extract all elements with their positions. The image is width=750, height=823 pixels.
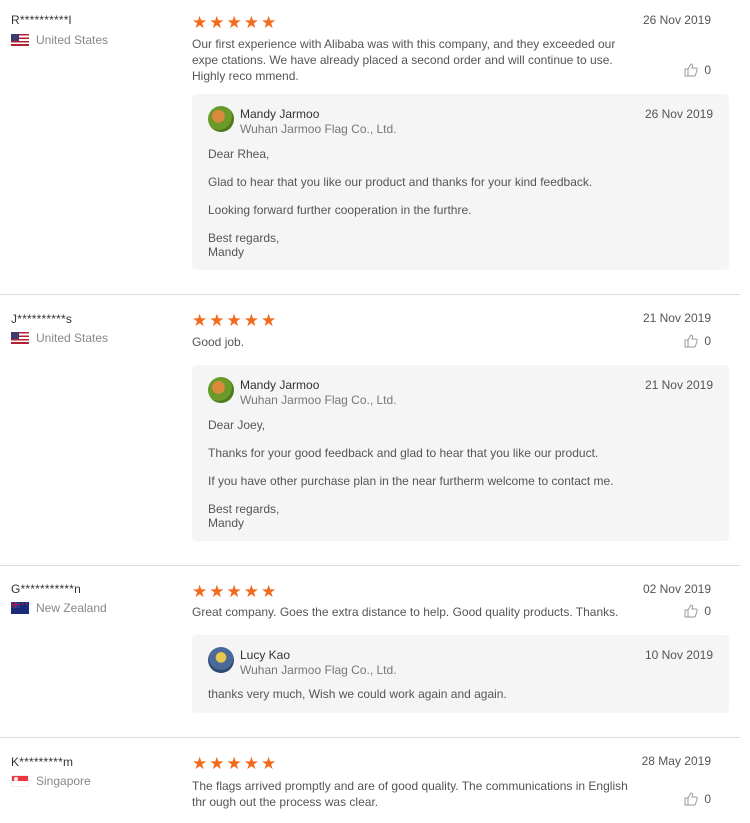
- like-button[interactable]: 0: [684, 792, 711, 806]
- supplier-reply: Mandy Jarmoo Wuhan Jarmoo Flag Co., Ltd.…: [192, 94, 729, 270]
- buyer-name: R**********l: [11, 13, 72, 27]
- review-text: Good job.: [192, 335, 245, 349]
- avatar: [208, 106, 234, 132]
- review-item: J**********s United States ★ ★ ★ ★ ★ 21 Nov …: [0, 295, 740, 565]
- reply-text-line: If you have other purchase plan in the n…: [208, 474, 614, 488]
- review-text: The flags arrived promptly and are of go…: [192, 779, 628, 809]
- star-icon: ★: [243, 13, 259, 32]
- like-count: 0: [704, 63, 711, 77]
- buyer-name: J**********s: [11, 312, 73, 326]
- supplier-reply: Lucy Kao Wuhan Jarmoo Flag Co., Ltd. 10 …: [192, 635, 729, 713]
- star-icon: ★: [192, 311, 208, 330]
- buyer-country: Singapore: [11, 774, 91, 788]
- review-date: 21 Nov 2019: [642, 311, 711, 325]
- review-date: 28 May 2019: [641, 754, 711, 768]
- star-rating: ★ ★ ★ ★ ★: [192, 755, 276, 772]
- star-rating: ★ ★ ★ ★ ★: [192, 583, 276, 600]
- star-icon: ★: [261, 582, 277, 601]
- avatar: [208, 377, 234, 403]
- reply-text-line: Best regards,: [208, 231, 280, 245]
- thumbs-up-icon: [684, 792, 699, 806]
- buyer-country: United States: [11, 33, 108, 47]
- review-date: 26 Nov 2019: [642, 13, 711, 27]
- us-flag-icon: [11, 332, 29, 344]
- reply-company: Wuhan Jarmoo Flag Co., Ltd.: [240, 393, 397, 407]
- reply-text-line: Mandy: [208, 245, 245, 259]
- avatar: [208, 647, 234, 673]
- thumbs-up-icon: [684, 604, 699, 618]
- country-label: United States: [36, 331, 109, 345]
- buyer-country: New Zealand: [11, 601, 107, 615]
- reply-date: 26 Nov 2019: [644, 107, 713, 121]
- reply-text-line: Mandy: [208, 516, 245, 530]
- buyer-name: G***********n: [11, 582, 81, 596]
- us-flag-icon: [11, 34, 29, 46]
- reply-text-line: Dear Rhea,: [208, 147, 270, 161]
- star-icon: ★: [226, 582, 242, 601]
- star-icon: ★: [243, 754, 259, 773]
- like-button[interactable]: 0: [684, 63, 711, 77]
- reply-text-line: Best regards,: [208, 502, 280, 516]
- supplier-reply: Mandy Jarmoo Wuhan Jarmoo Flag Co., Ltd.…: [192, 365, 729, 541]
- star-icon: ★: [209, 311, 225, 330]
- like-button[interactable]: 0: [684, 334, 711, 348]
- reply-text-line: Glad to hear that you like our product a…: [208, 175, 593, 189]
- star-icon: ★: [243, 582, 259, 601]
- like-button[interactable]: 0: [684, 604, 711, 618]
- star-icon: ★: [209, 754, 225, 773]
- country-label: New Zealand: [36, 601, 107, 615]
- like-count: 0: [704, 334, 711, 348]
- review-item: R**********l United States ★ ★ ★ ★ ★ 26 Nov …: [0, 0, 740, 294]
- star-icon: ★: [209, 13, 225, 32]
- star-icon: ★: [192, 13, 208, 32]
- star-icon: ★: [209, 582, 225, 601]
- buyer-country: United States: [11, 331, 108, 345]
- reply-date: 21 Nov 2019: [644, 378, 713, 392]
- review-item: K*********m Singapore ★ ★ ★ ★ ★ 28 May 2019 …: [0, 738, 740, 823]
- like-count: 0: [704, 792, 711, 806]
- thumbs-up-icon: [684, 334, 699, 348]
- review-text: Our first experience with Alibaba was wi…: [192, 37, 616, 83]
- reply-author-name: Mandy Jarmoo: [240, 107, 320, 121]
- star-icon: ★: [261, 311, 277, 330]
- reply-author-name: Mandy Jarmoo: [240, 378, 320, 392]
- reply-author-name: Lucy Kao: [240, 648, 291, 662]
- reply-text-line: Looking forward further cooperation in t…: [208, 203, 472, 217]
- star-icon: ★: [243, 311, 259, 330]
- like-count: 0: [704, 604, 711, 618]
- star-icon: ★: [261, 13, 277, 32]
- reply-text-line: Thanks for your good feedback and glad t…: [208, 446, 599, 460]
- review-text: Great company. Goes the extra distance t…: [192, 605, 619, 619]
- reply-company: Wuhan Jarmoo Flag Co., Ltd.: [240, 122, 397, 136]
- star-icon: ★: [192, 754, 208, 773]
- star-rating: ★ ★ ★ ★ ★: [192, 14, 276, 31]
- country-label: Singapore: [36, 774, 91, 788]
- nz-flag-icon: [11, 602, 29, 614]
- review-date: 02 Nov 2019: [642, 582, 711, 596]
- sg-flag-icon: [11, 775, 29, 787]
- buyer-name: K*********m: [11, 755, 74, 769]
- star-icon: ★: [261, 754, 277, 773]
- review-item: G***********n New Zealand ★★★★★ 02 Nov 2…: [0, 566, 740, 737]
- star-icon: ★: [226, 13, 242, 32]
- star-icon: ★: [226, 754, 242, 773]
- star-icon: ★: [192, 582, 208, 601]
- thumbs-up-icon: [684, 63, 699, 77]
- reply-text-line: Dear Joey,: [208, 418, 266, 432]
- star-icon: ★: [226, 311, 242, 330]
- star-rating: ★ ★ ★ ★ ★: [192, 312, 276, 329]
- reply-text-line: thanks very much, Wish we could work aga…: [208, 687, 507, 701]
- country-label: United States: [36, 33, 109, 47]
- reply-company: Wuhan Jarmoo Flag Co., Ltd.: [240, 663, 397, 677]
- reply-date: 10 Nov 2019: [644, 648, 713, 662]
